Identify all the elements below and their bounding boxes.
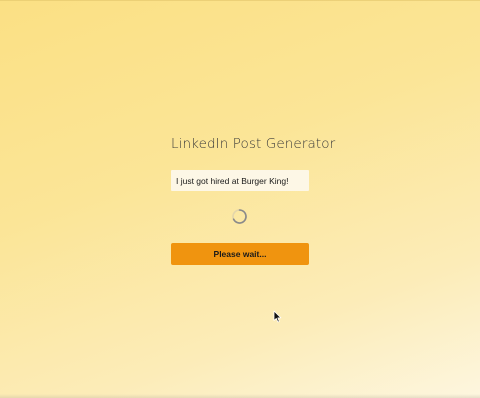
loading-spinner-icon bbox=[231, 208, 248, 225]
window-top-edge bbox=[0, 0, 480, 1]
generate-button[interactable]: Please wait... bbox=[171, 243, 309, 265]
window-bottom-edge bbox=[0, 394, 480, 398]
mouse-pointer-icon bbox=[273, 310, 282, 323]
post-generator-panel: LinkedIn Post Generator Please wait... bbox=[171, 130, 336, 265]
post-prompt-input[interactable] bbox=[171, 170, 309, 191]
page-title: LinkedIn Post Generator bbox=[171, 136, 336, 152]
